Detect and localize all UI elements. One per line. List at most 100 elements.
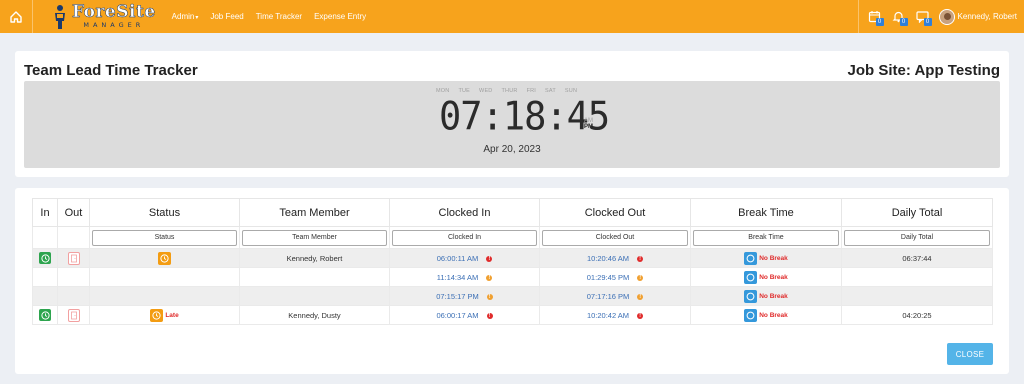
nav-job-feed[interactable]: Job Feed — [210, 12, 243, 21]
clocked-in-time[interactable]: 07:15:17 PM — [436, 292, 479, 301]
alert-info-icon[interactable]: ! — [486, 255, 493, 262]
caret-down-icon: ▾ — [195, 15, 199, 21]
warning-info-icon[interactable]: ! — [637, 293, 644, 300]
worker-logo-icon — [55, 4, 65, 29]
door-icon — [70, 254, 77, 262]
clocked-in-filter[interactable]: Clocked In — [392, 229, 537, 246]
timer-icon — [746, 254, 755, 262]
avatar[interactable] — [938, 8, 955, 25]
team-member-cell: Kennedy, Robert — [239, 248, 390, 268]
clock-icon — [152, 310, 161, 320]
break-time-filter[interactable]: Break Time — [693, 229, 839, 246]
table-row: 07:15:17 PM! 07:17:16 PM! No Break — [32, 286, 993, 306]
clock-in-button[interactable] — [39, 309, 51, 321]
nav-divider — [857, 0, 859, 33]
nav-time-tracker[interactable]: Time Tracker — [256, 12, 302, 21]
team-member-cell — [239, 267, 390, 287]
daily-total-cell: 04:20:25 — [841, 305, 993, 325]
alert-info-icon[interactable]: ! — [637, 312, 644, 319]
status-icon[interactable] — [150, 308, 164, 322]
warning-info-icon[interactable]: ! — [486, 274, 493, 281]
calendar-badge: 0 — [875, 17, 884, 26]
table-row: Kennedy, Robert 06:00:11 AM! 10:20:46 AM… — [32, 248, 993, 268]
clocked-in-time[interactable]: 11:14:34 AM — [437, 273, 479, 282]
break-status: No Break — [759, 292, 788, 300]
daily-total-cell — [841, 286, 993, 306]
clock-icon — [40, 253, 50, 263]
clocked-in-time[interactable]: 06:00:11 AM — [437, 254, 479, 263]
home-icon — [10, 10, 22, 23]
team-time-panel: In Out Status Team Member Clocked In Clo… — [15, 188, 1009, 374]
late-status: Late — [165, 311, 179, 319]
clock-icon — [160, 253, 169, 263]
logo-text: ForeSite — [72, 2, 156, 23]
foresite-logo[interactable]: ForeSite MANAGER — [51, 0, 156, 33]
logo-subtext: MANAGER — [83, 21, 145, 30]
clocked-out-time[interactable]: 01:29:45 PM — [587, 273, 630, 282]
status-filter[interactable]: Status — [92, 229, 237, 246]
status-icon[interactable] — [158, 251, 171, 265]
clocked-out-time[interactable]: 10:20:46 AM — [587, 254, 629, 263]
home-button[interactable] — [0, 0, 33, 33]
timer-icon — [746, 292, 755, 300]
clock-in-button[interactable] — [39, 252, 51, 264]
clocked-out-time[interactable]: 10:20:42 AM — [587, 311, 629, 320]
table-header-row: In Out Status Team Member Clocked In Clo… — [32, 198, 993, 227]
nav-expense-entry[interactable]: Expense Entry — [314, 12, 366, 21]
column-header-clocked-out[interactable]: Clocked Out — [539, 198, 691, 227]
team-member-cell — [239, 286, 390, 306]
digital-clock: MON TUE WED THUR FRI SAT SUN 07:18:45 AM… — [24, 81, 1000, 168]
clock-out-button[interactable] — [67, 251, 80, 265]
alert-info-icon[interactable]: ! — [486, 312, 493, 319]
nav-admin[interactable]: Admin▾ — [172, 12, 199, 21]
break-button[interactable] — [744, 289, 758, 303]
team-member-filter[interactable]: Team Member — [242, 229, 387, 246]
time-tracker-panel: Team Lead Time Tracker Job Site: App Tes… — [15, 51, 1009, 177]
clock-out-button[interactable] — [67, 308, 80, 322]
clocked-out-time[interactable]: 07:17:16 PM — [587, 292, 630, 301]
clock-date: Apr 20, 2023 — [483, 144, 541, 155]
break-button[interactable] — [744, 251, 758, 265]
column-header-in[interactable]: In — [32, 198, 58, 227]
warning-info-icon[interactable]: ! — [637, 274, 644, 281]
table-row: 11:14:34 AM! 01:29:45 PM! No Break — [32, 267, 993, 287]
job-site-title: Job Site: App Testing — [847, 62, 1001, 79]
break-button[interactable] — [744, 270, 758, 284]
calendar-notification[interactable]: 0 — [865, 7, 885, 27]
team-member-cell: Kennedy, Dusty — [239, 305, 390, 325]
clocked-out-filter[interactable]: Clocked Out — [542, 229, 688, 246]
daily-total-filter[interactable]: Daily Total — [844, 229, 990, 246]
chat-notification[interactable]: 0 — [913, 7, 933, 27]
close-button[interactable]: CLOSE — [947, 343, 993, 365]
column-header-out[interactable]: Out — [57, 198, 90, 227]
daily-total-cell — [841, 267, 993, 287]
alert-info-icon[interactable]: ! — [637, 255, 644, 262]
column-header-status[interactable]: Status — [89, 198, 240, 227]
column-header-daily-total[interactable]: Daily Total — [841, 198, 993, 227]
column-header-break-time[interactable]: Break Time — [690, 198, 842, 227]
warning-info-icon[interactable]: ! — [486, 293, 493, 300]
page-title: Team Lead Time Tracker — [24, 62, 198, 79]
bell-notification[interactable]: 0 — [889, 7, 909, 27]
pm-label: PM — [584, 124, 593, 130]
chat-badge: 0 — [923, 17, 932, 26]
break-status: No Break — [759, 311, 788, 319]
am-pm-indicator: AM PM — [584, 118, 593, 130]
team-time-table: In Out Status Team Member Clocked In Clo… — [32, 198, 993, 325]
timer-icon — [746, 273, 755, 281]
clocked-in-time[interactable]: 06:00:17 AM — [436, 311, 478, 320]
bell-badge: 0 — [899, 17, 908, 26]
top-nav-bar: ForeSite MANAGER Admin▾ Job Feed Time Tr… — [0, 0, 1024, 33]
column-header-clocked-in[interactable]: Clocked In — [389, 198, 540, 227]
daily-total-cell: 06:37:44 — [841, 248, 993, 268]
timer-icon — [746, 311, 755, 319]
table-row: Late Kennedy, Dusty 06:00:17 AM! 10:20:4… — [32, 305, 993, 325]
clock-time: 07:18:45 — [439, 93, 610, 140]
main-nav: Admin▾ Job Feed Time Tracker Expense Ent… — [172, 12, 378, 21]
column-header-team-member[interactable]: Team Member — [239, 198, 390, 227]
break-status: No Break — [759, 273, 788, 281]
user-name[interactable]: Kennedy, Robert — [958, 12, 1017, 21]
door-icon — [70, 311, 77, 319]
break-status: No Break — [759, 254, 788, 262]
break-button[interactable] — [744, 308, 758, 322]
